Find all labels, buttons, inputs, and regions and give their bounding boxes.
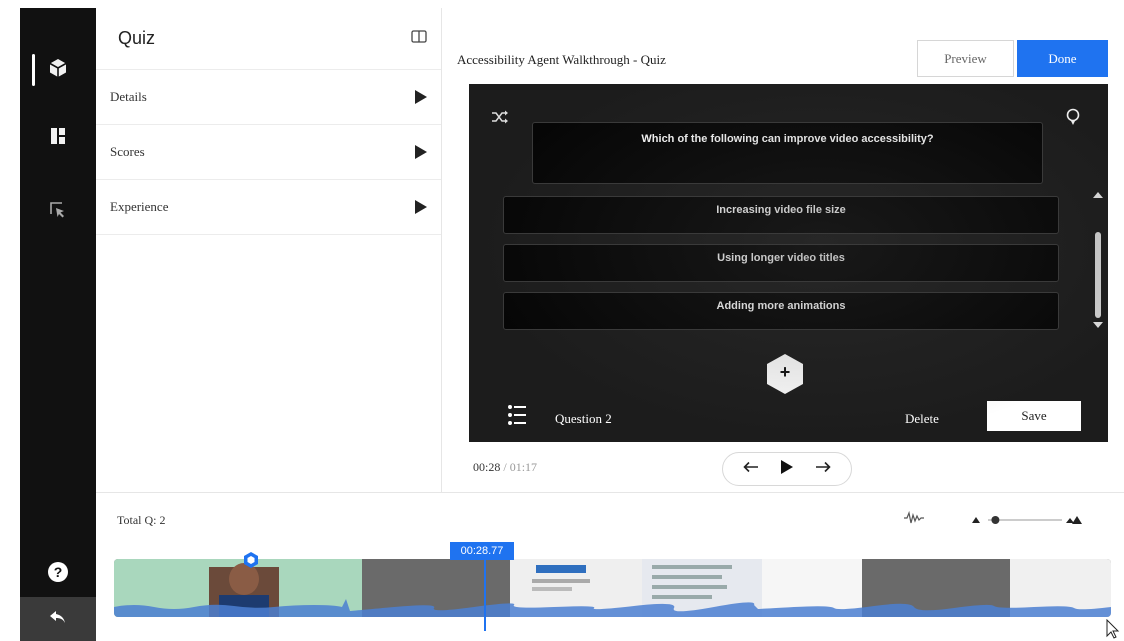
next-arrow-icon[interactable] <box>815 460 831 478</box>
lightbulb-icon[interactable] <box>1065 108 1081 133</box>
save-button[interactable]: Save <box>987 401 1081 431</box>
total-questions-label: Total Q: 2 <box>117 513 166 527</box>
rail-quiz-button[interactable] <box>20 48 96 92</box>
panel-layout-icon[interactable] <box>411 29 427 48</box>
book-icon <box>48 126 68 151</box>
audio-waveform <box>114 599 1111 617</box>
main-editor: Accessibility Agent Walkthrough - Quiz P… <box>443 8 1124 492</box>
playback-time: 00:28 / 01:17 <box>473 460 537 475</box>
zoom-slider[interactable] <box>966 513 1086 527</box>
scroll-up-arrow-icon[interactable] <box>1093 192 1103 198</box>
panel-item-details[interactable]: Details <box>96 70 441 125</box>
rail-chapters-button[interactable] <box>20 116 96 160</box>
panel-item-label: Scores <box>110 144 145 159</box>
waveform-toggle-icon[interactable] <box>903 510 925 531</box>
answer-option[interactable]: Adding more animations <box>503 292 1059 330</box>
preview-button[interactable]: Preview <box>917 40 1014 77</box>
current-time: 00:28 <box>473 460 501 474</box>
shuffle-icon[interactable] <box>491 110 509 129</box>
playhead-time-label[interactable]: 00:28.77 <box>450 542 514 560</box>
left-rail: ? <box>20 8 96 641</box>
play-icon[interactable] <box>780 459 794 480</box>
video-player: Which of the following can improve video… <box>469 84 1108 442</box>
back-button[interactable] <box>20 597 96 641</box>
time-separator: / <box>500 460 510 474</box>
help-button[interactable]: ? <box>20 550 96 594</box>
page-title: Accessibility Agent Walkthrough - Quiz <box>457 52 666 67</box>
playhead[interactable] <box>484 559 486 631</box>
quiz-settings-panel: Quiz Details Scores Experience <box>96 8 442 492</box>
mouse-cursor-icon <box>1106 618 1120 641</box>
panel-title: Quiz <box>118 28 156 48</box>
expand-arrow-icon <box>415 145 427 159</box>
panel-item-label: Details <box>110 89 147 104</box>
answer-option[interactable]: Increasing video file size <box>503 196 1059 234</box>
previous-arrow-icon[interactable] <box>743 460 759 478</box>
scroll-down-arrow-icon[interactable] <box>1093 322 1103 328</box>
select-cursor-icon <box>48 200 68 225</box>
answers-scrollbar[interactable] <box>1095 232 1101 318</box>
expand-arrow-icon <box>415 200 427 214</box>
panel-item-scores[interactable]: Scores <box>96 125 441 180</box>
expand-arrow-icon <box>415 90 427 104</box>
question-marker-icon[interactable] <box>242 551 260 569</box>
done-button[interactable]: Done <box>1017 40 1108 77</box>
question-text[interactable]: Which of the following can improve video… <box>532 122 1043 184</box>
rail-hotspot-button[interactable] <box>20 190 96 234</box>
plus-icon: + <box>779 362 791 382</box>
timeline-track[interactable] <box>114 559 1111 617</box>
zoom-slider-track <box>972 516 1082 524</box>
delete-button[interactable]: Delete <box>905 411 939 427</box>
cube-icon <box>47 57 69 84</box>
playback-controls <box>722 452 852 486</box>
panel-item-experience[interactable]: Experience <box>96 180 441 235</box>
undo-arrow-icon <box>48 609 68 630</box>
question-list-icon[interactable] <box>507 404 527 431</box>
panel-item-label: Experience <box>110 199 169 214</box>
panel-header: Quiz <box>96 8 441 70</box>
total-time: 01:17 <box>509 460 538 474</box>
timeline-panel: Total Q: 2 00:28.77 <box>96 492 1124 641</box>
answer-option[interactable]: Using longer video titles <box>503 244 1059 282</box>
help-icon: ? <box>48 562 68 582</box>
question-number-label: Question 2 <box>555 411 612 426</box>
app-window: ? Quiz Details Scores Experience Accessi… <box>0 0 1124 641</box>
add-answer-button[interactable]: + <box>763 352 807 396</box>
